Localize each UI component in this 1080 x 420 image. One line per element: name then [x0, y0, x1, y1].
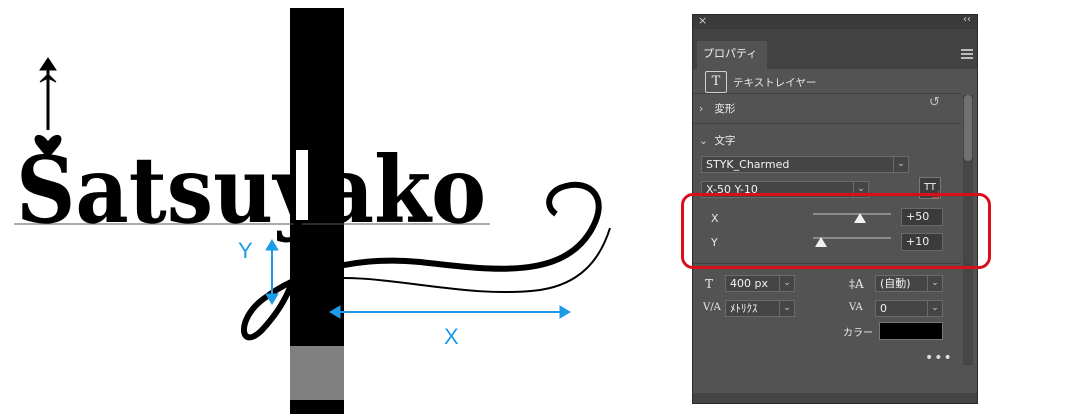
- logo-artwork: Satsuyako Y X: [14, 8, 611, 414]
- chevron-down-icon: ⌄: [927, 301, 942, 316]
- x-dimension-label: X: [444, 324, 459, 349]
- leading-value: (自動): [880, 277, 911, 290]
- color-swatch[interactable]: [879, 322, 943, 340]
- more-options-icon[interactable]: •••: [925, 350, 953, 366]
- divider: [693, 123, 961, 124]
- kerning-value: ﾒﾄﾘｸｽ: [730, 302, 758, 315]
- divider: [693, 93, 961, 94]
- y-dimension: [265, 239, 279, 305]
- tracking-value: 0: [880, 302, 887, 315]
- layer-type-label: テキストレイヤー: [733, 77, 817, 89]
- tracking-icon: VA: [849, 302, 863, 313]
- chevron-down-icon: ⌄: [779, 276, 794, 291]
- reset-icon[interactable]: ↺: [929, 95, 945, 111]
- font-size-value: 400 px: [730, 277, 768, 290]
- panel-bottom-bar: [693, 393, 977, 403]
- section-text-label: 文字: [714, 135, 736, 147]
- y-dimension-label: Y: [238, 238, 253, 263]
- panel-tab-row: プロパティ: [693, 29, 977, 69]
- tracking-select[interactable]: 0 ⌄: [875, 300, 943, 317]
- section-text[interactable]: ⌄ 文字: [699, 133, 735, 148]
- chevron-right-icon: ›: [699, 103, 704, 115]
- chevron-down-icon: ⌄: [699, 135, 708, 147]
- leading-icon: ‡A: [849, 277, 864, 291]
- kerning-icon: V/A: [703, 302, 721, 313]
- chevron-down-icon: ⌄: [893, 157, 908, 172]
- collapse-icon[interactable]: ‹‹: [963, 14, 971, 25]
- chevron-down-icon: ⌄: [927, 276, 942, 291]
- font-size-select[interactable]: 400 px ⌄: [725, 275, 795, 292]
- leading-select[interactable]: (自動) ⌄: [875, 275, 943, 292]
- logo-text: Satsuyako: [16, 136, 486, 244]
- section-transform-label: 変形: [714, 103, 736, 115]
- gray-block: [290, 346, 344, 400]
- letter-y-overlay: [296, 150, 308, 220]
- text-layer-icon: T: [705, 71, 727, 93]
- x-dimension: [329, 305, 571, 319]
- scrollbar-thumb[interactable]: [964, 95, 972, 161]
- font-family-select[interactable]: STYK_Charmed ⌄: [701, 156, 909, 173]
- panel-topbar: × ‹‹: [693, 14, 977, 29]
- kerning-select[interactable]: ﾒﾄﾘｸｽ ⌄: [725, 300, 795, 317]
- panel-menu-icon[interactable]: [961, 49, 973, 59]
- section-transform[interactable]: › 変形: [699, 101, 735, 116]
- black-column-bottom: [290, 400, 344, 414]
- font-size-icon: T: [705, 277, 714, 291]
- font-family-value: STYK_Charmed: [706, 158, 790, 171]
- color-label: カラー: [843, 328, 873, 339]
- tab-properties[interactable]: プロパティ: [697, 41, 767, 69]
- highlight-outline: [681, 193, 991, 269]
- chevron-down-icon: ⌄: [779, 301, 794, 316]
- close-icon[interactable]: ×: [698, 14, 707, 27]
